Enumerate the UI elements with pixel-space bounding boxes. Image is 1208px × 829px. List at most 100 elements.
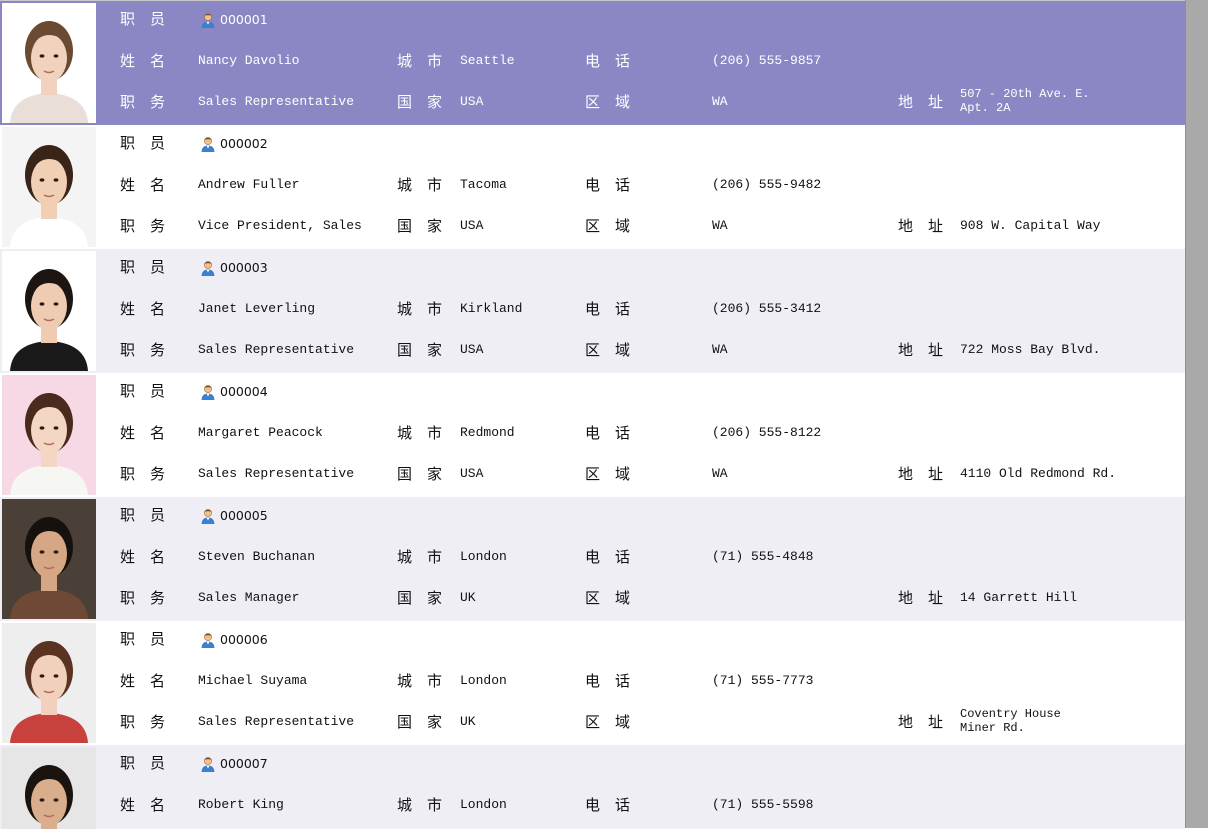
title-label: 职 务 <box>120 713 166 731</box>
phone-label: 电 话 <box>585 796 631 814</box>
name-label: 姓 名 <box>120 672 166 690</box>
phone-label: 电 话 <box>585 548 631 566</box>
country-label: 国 家 <box>397 465 443 483</box>
employee-title: Sales Representative <box>198 94 355 109</box>
user-icon <box>200 508 216 524</box>
employee-address: 507 - 20th Ave. E. <box>960 87 1090 101</box>
name-label: 姓 名 <box>120 796 166 814</box>
employee-city: Seattle <box>460 53 515 68</box>
employee-row[interactable]: 职 员姓 名职 务 000001 Nancy Davolio Sales Repres… <box>0 1 1185 125</box>
employee-phone: (71) 555-4848 <box>712 549 814 564</box>
city-label: 城 市 <box>397 548 443 566</box>
employee-photo <box>2 375 96 495</box>
employee-photo <box>2 499 96 619</box>
employee-city: Kirkland <box>460 301 523 316</box>
address-label: 地 址 <box>898 465 944 483</box>
country-label: 国 家 <box>397 217 443 235</box>
employee-row[interactable]: 职 员姓 名职 务 000005 Steven Buchanan Sales Mana… <box>0 497 1185 621</box>
employee-id: 000003 <box>220 260 268 275</box>
address-label: 地 址 <box>898 217 944 235</box>
user-icon <box>200 136 216 152</box>
name-label: 姓 名 <box>120 424 166 442</box>
employee-name: Michael Suyama <box>198 673 308 688</box>
employee-id: 000005 <box>220 508 268 523</box>
region-label: 区 域 <box>585 465 631 483</box>
employee-label: 职 员 <box>120 134 166 152</box>
employee-name: Robert King <box>198 797 284 812</box>
employee-address: 722 Moss Bay Blvd. <box>960 342 1101 357</box>
employee-phone: (206) 555-9857 <box>712 53 822 68</box>
title-label: 职 务 <box>120 589 166 607</box>
employee-row[interactable]: 职 员姓 名职 务 000002 Andrew Fuller Vice Preside… <box>0 125 1185 249</box>
employee-city: Redmond <box>460 425 515 440</box>
employee-photo <box>2 251 96 371</box>
name-label: 姓 名 <box>120 300 166 318</box>
employee-id: 000001 <box>220 12 268 27</box>
employee-title: Vice President, Sales <box>198 218 362 233</box>
region-label: 区 域 <box>585 713 631 731</box>
employee-name: Steven Buchanan <box>198 549 316 564</box>
employee-address: 14 Garrett Hill <box>960 590 1078 605</box>
employee-photo <box>2 623 96 743</box>
address-label: 地 址 <box>898 93 944 111</box>
employee-country: USA <box>460 466 484 481</box>
employee-city: London <box>460 673 507 688</box>
address-label: 地 址 <box>898 589 944 607</box>
employee-country: UK <box>460 590 476 605</box>
employee-id: 000007 <box>220 756 268 771</box>
employee-row[interactable]: 职 员姓 名职 务000007Robert King城 市London国 家电 … <box>0 745 1185 829</box>
employee-city: London <box>460 797 507 812</box>
title-label: 职 务 <box>120 93 166 111</box>
employee-phone: (206) 555-9482 <box>712 177 822 192</box>
title-label: 职 务 <box>120 341 166 359</box>
user-icon <box>200 12 216 28</box>
employee-title: Sales Manager <box>198 590 300 605</box>
employee-phone: (206) 555-3412 <box>712 301 822 316</box>
country-label: 国 家 <box>397 93 443 111</box>
employee-country: UK <box>460 714 476 729</box>
employee-phone: (206) 555-8122 <box>712 425 822 440</box>
region-label: 区 域 <box>585 217 631 235</box>
vertical-scrollbar[interactable] <box>1185 0 1208 828</box>
phone-label: 电 话 <box>585 300 631 318</box>
phone-label: 电 话 <box>585 176 631 194</box>
employee-label: 职 员 <box>120 506 166 524</box>
address-label: 地 址 <box>898 341 944 359</box>
employee-country: USA <box>460 94 484 109</box>
employee-row[interactable]: 职 员姓 名职 务 000006 Michael Suyama Sales Repre… <box>0 621 1185 745</box>
employee-label: 职 员 <box>120 258 166 276</box>
address-label: 地 址 <box>898 713 944 731</box>
employee-label: 职 员 <box>120 382 166 400</box>
employee-region: WA <box>712 218 728 233</box>
employee-row[interactable]: 职 员姓 名职 务 000003 Janet Leverling Sales Repr… <box>0 249 1185 373</box>
title-label: 职 务 <box>120 217 166 235</box>
employee-address-line2: Miner Rd. <box>960 721 1025 735</box>
city-label: 城 市 <box>397 300 443 318</box>
employee-address: 908 W. Capital Way <box>960 218 1101 233</box>
employee-list[interactable]: 职 员姓 名职 务 000001 Nancy Davolio Sales Repres… <box>0 0 1185 829</box>
employee-title: Sales Representative <box>198 342 355 357</box>
employee-region: WA <box>712 342 728 357</box>
employee-name: Nancy Davolio <box>198 53 300 68</box>
employee-name: Janet Leverling <box>198 301 316 316</box>
employee-country: USA <box>460 218 484 233</box>
employee-address: Coventry House <box>960 707 1061 721</box>
city-label: 城 市 <box>397 176 443 194</box>
employee-photo <box>2 747 96 829</box>
employee-row[interactable]: 职 员姓 名职 务 000004 Margaret Peacock Sales Rep… <box>0 373 1185 497</box>
employee-title: Sales Representative <box>198 466 355 481</box>
employee-address: 4110 Old Redmond Rd. <box>960 466 1117 481</box>
phone-label: 电 话 <box>585 424 631 442</box>
employee-region: WA <box>712 466 728 481</box>
region-label: 区 域 <box>585 341 631 359</box>
employee-address-line2: Apt. 2A <box>960 101 1011 115</box>
user-icon <box>200 632 216 648</box>
country-label: 国 家 <box>397 589 443 607</box>
employee-city: London <box>460 549 507 564</box>
employee-title: Sales Representative <box>198 714 355 729</box>
employee-id: 000006 <box>220 632 268 647</box>
employee-phone: (71) 555-5598 <box>712 797 814 812</box>
employee-id: 000004 <box>220 384 268 399</box>
user-icon <box>200 756 216 772</box>
employee-label: 职 员 <box>120 754 166 772</box>
